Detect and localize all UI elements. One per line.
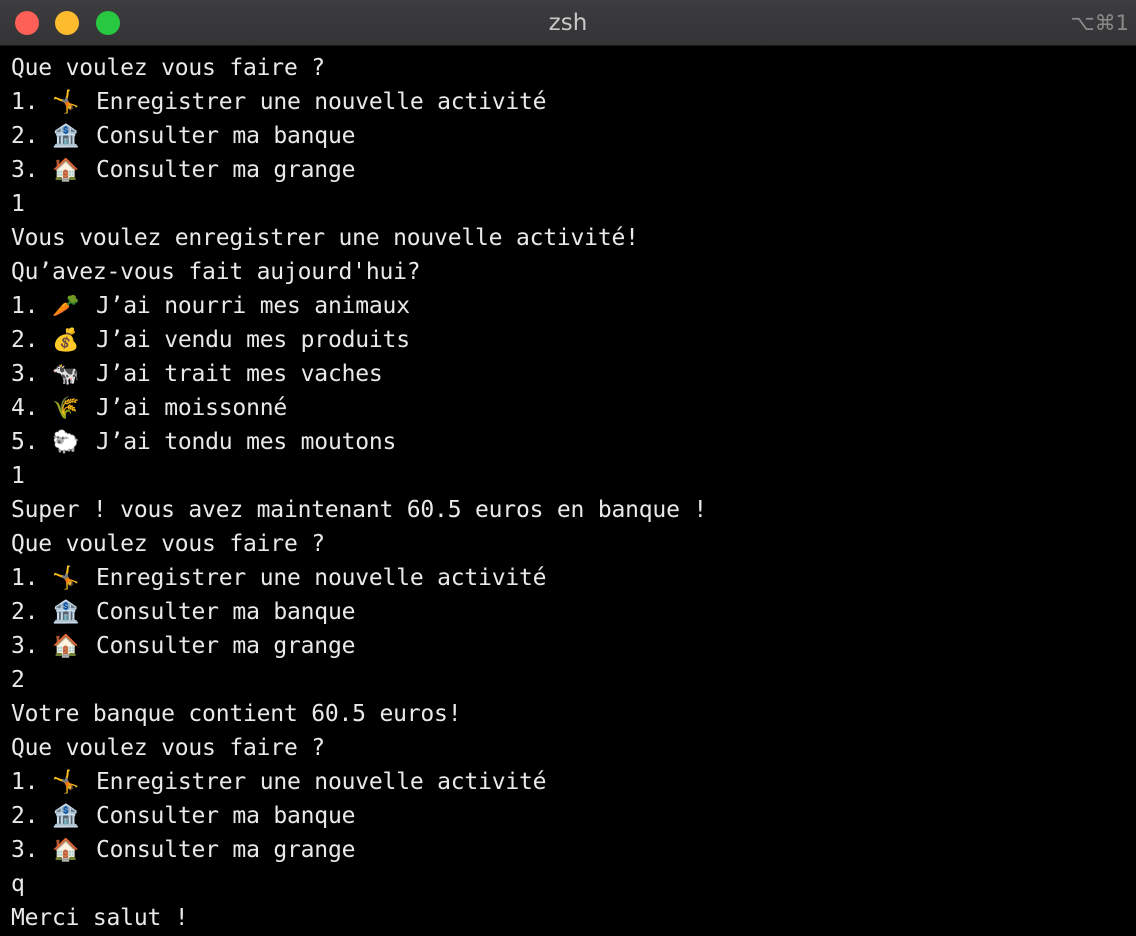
menu-option: 1. 🥕J’ai nourri mes animaux xyxy=(11,289,1131,323)
menu-option-label: Enregistrer une nouvelle activité xyxy=(96,85,546,119)
terminal-line-text: 1 xyxy=(11,191,25,217)
terminal-line-text: Que voulez vous faire ? xyxy=(11,735,325,761)
terminal-line: Que voulez vous faire ? xyxy=(11,731,1131,765)
terminal-line-text: Que voulez vous faire ? xyxy=(11,531,325,557)
terminal-line: Vous voulez enregistrer une nouvelle act… xyxy=(11,221,1131,255)
bank-icon: 🏦 xyxy=(52,120,96,154)
menu-option-number: 2. xyxy=(11,799,52,833)
menu-option-label: Consulter ma banque xyxy=(96,799,355,833)
menu-option: 2. 🏦Consulter ma banque xyxy=(11,119,1131,153)
menu-option: 1. 🤸Enregistrer une nouvelle activité xyxy=(11,561,1131,595)
bank-icon: 🏦 xyxy=(52,596,96,630)
menu-option: 3. 🏠Consulter ma grange xyxy=(11,629,1131,663)
acrobat-icon: 🤸 xyxy=(52,766,96,800)
carrot-icon: 🥕 xyxy=(52,290,96,324)
menu-option-number: 3. xyxy=(11,153,52,187)
house-icon: 🏠 xyxy=(52,154,96,188)
menu-option-label: Consulter ma grange xyxy=(96,833,355,867)
menu-option: 2. 🏦Consulter ma banque xyxy=(11,799,1131,833)
menu-option-number: 1. xyxy=(11,85,52,119)
menu-option-label: Consulter ma grange xyxy=(96,629,355,663)
window-shortcut: ⌥⌘1 xyxy=(1070,10,1129,36)
menu-option-number: 2. xyxy=(11,119,52,153)
menu-option-number: 1. xyxy=(11,561,52,595)
house-icon: 🏠 xyxy=(52,834,96,868)
menu-option: 2. 💰J’ai vendu mes produits xyxy=(11,323,1131,357)
terminal-line-text: Super ! vous avez maintenant 60.5 euros … xyxy=(11,497,707,523)
terminal-output[interactable]: Que voulez vous faire ? 1. 🤸Enregistrer … xyxy=(11,51,1131,935)
user-input-line: 1 xyxy=(11,459,1131,493)
menu-option-label: Consulter ma banque xyxy=(96,119,355,153)
menu-option-number: 5. xyxy=(11,425,52,459)
menu-option-number: 4. xyxy=(11,391,52,425)
terminal-line: Super ! vous avez maintenant 60.5 euros … xyxy=(11,493,1131,527)
menu-option: 4. 🌾J’ai moissonné xyxy=(11,391,1131,425)
menu-option-label: Enregistrer une nouvelle activité xyxy=(96,561,546,595)
menu-option-number: 1. xyxy=(11,289,52,323)
terminal-line-text: q xyxy=(11,871,25,897)
menu-option-label: Consulter ma banque xyxy=(96,595,355,629)
menu-option-number: 3. xyxy=(11,357,52,391)
menu-option-label: Enregistrer une nouvelle activité xyxy=(96,765,546,799)
menu-option-label: J’ai moissonné xyxy=(96,391,287,425)
terminal-window: zsh ⌥⌘1 Que voulez vous faire ? 1. 🤸Enre… xyxy=(0,0,1136,936)
menu-option: 3. 🏠Consulter ma grange xyxy=(11,153,1131,187)
title-bar: zsh ⌥⌘1 xyxy=(0,0,1136,46)
money-bag-icon: 💰 xyxy=(52,324,96,358)
sheep-icon: 🐑 xyxy=(52,426,96,460)
terminal-line-text: Votre banque contient 60.5 euros! xyxy=(11,701,461,727)
user-input-line: 2 xyxy=(11,663,1131,697)
menu-option: 1. 🤸Enregistrer une nouvelle activité xyxy=(11,765,1131,799)
menu-option-number: 3. xyxy=(11,833,52,867)
bank-icon: 🏦 xyxy=(52,800,96,834)
menu-option: 2. 🏦Consulter ma banque xyxy=(11,595,1131,629)
cow-icon: 🐄 xyxy=(52,358,96,392)
menu-option-label: J’ai trait mes vaches xyxy=(96,357,383,391)
menu-option: 3. 🐄J’ai trait mes vaches xyxy=(11,357,1131,391)
terminal-line-text: Qu’avez-vous fait aujourd'hui? xyxy=(11,259,420,285)
terminal-line: Qu’avez-vous fait aujourd'hui? xyxy=(11,255,1131,289)
terminal-line-text: 1 xyxy=(11,463,25,489)
acrobat-icon: 🤸 xyxy=(52,562,96,596)
window-title: zsh xyxy=(0,9,1136,37)
menu-option-number: 3. xyxy=(11,629,52,663)
menu-option: 1. 🤸Enregistrer une nouvelle activité xyxy=(11,85,1131,119)
user-input-line: 1 xyxy=(11,187,1131,221)
menu-option-number: 2. xyxy=(11,595,52,629)
menu-option: 5. 🐑J’ai tondu mes moutons xyxy=(11,425,1131,459)
menu-option: 3. 🏠Consulter ma grange xyxy=(11,833,1131,867)
menu-option-label: J’ai nourri mes animaux xyxy=(96,289,410,323)
terminal-line-text: Que voulez vous faire ? xyxy=(11,55,325,81)
menu-option-label: J’ai vendu mes produits xyxy=(96,323,410,357)
user-input-line: q xyxy=(11,867,1131,901)
terminal-line: Votre banque contient 60.5 euros! xyxy=(11,697,1131,731)
house-icon: 🏠 xyxy=(52,630,96,664)
terminal-line: Que voulez vous faire ? xyxy=(11,527,1131,561)
terminal-line-text: Vous voulez enregistrer une nouvelle act… xyxy=(11,225,639,251)
terminal-line-text: 2 xyxy=(11,667,25,693)
wheat-icon: 🌾 xyxy=(52,392,96,426)
terminal-line-text: Merci salut ! xyxy=(11,905,188,931)
terminal-line: Que voulez vous faire ? xyxy=(11,51,1131,85)
terminal-line: Merci salut ! xyxy=(11,901,1131,935)
menu-option-label: Consulter ma grange xyxy=(96,153,355,187)
menu-option-number: 2. xyxy=(11,323,52,357)
menu-option-label: J’ai tondu mes moutons xyxy=(96,425,396,459)
menu-option-number: 1. xyxy=(11,765,52,799)
acrobat-icon: 🤸 xyxy=(52,86,96,120)
